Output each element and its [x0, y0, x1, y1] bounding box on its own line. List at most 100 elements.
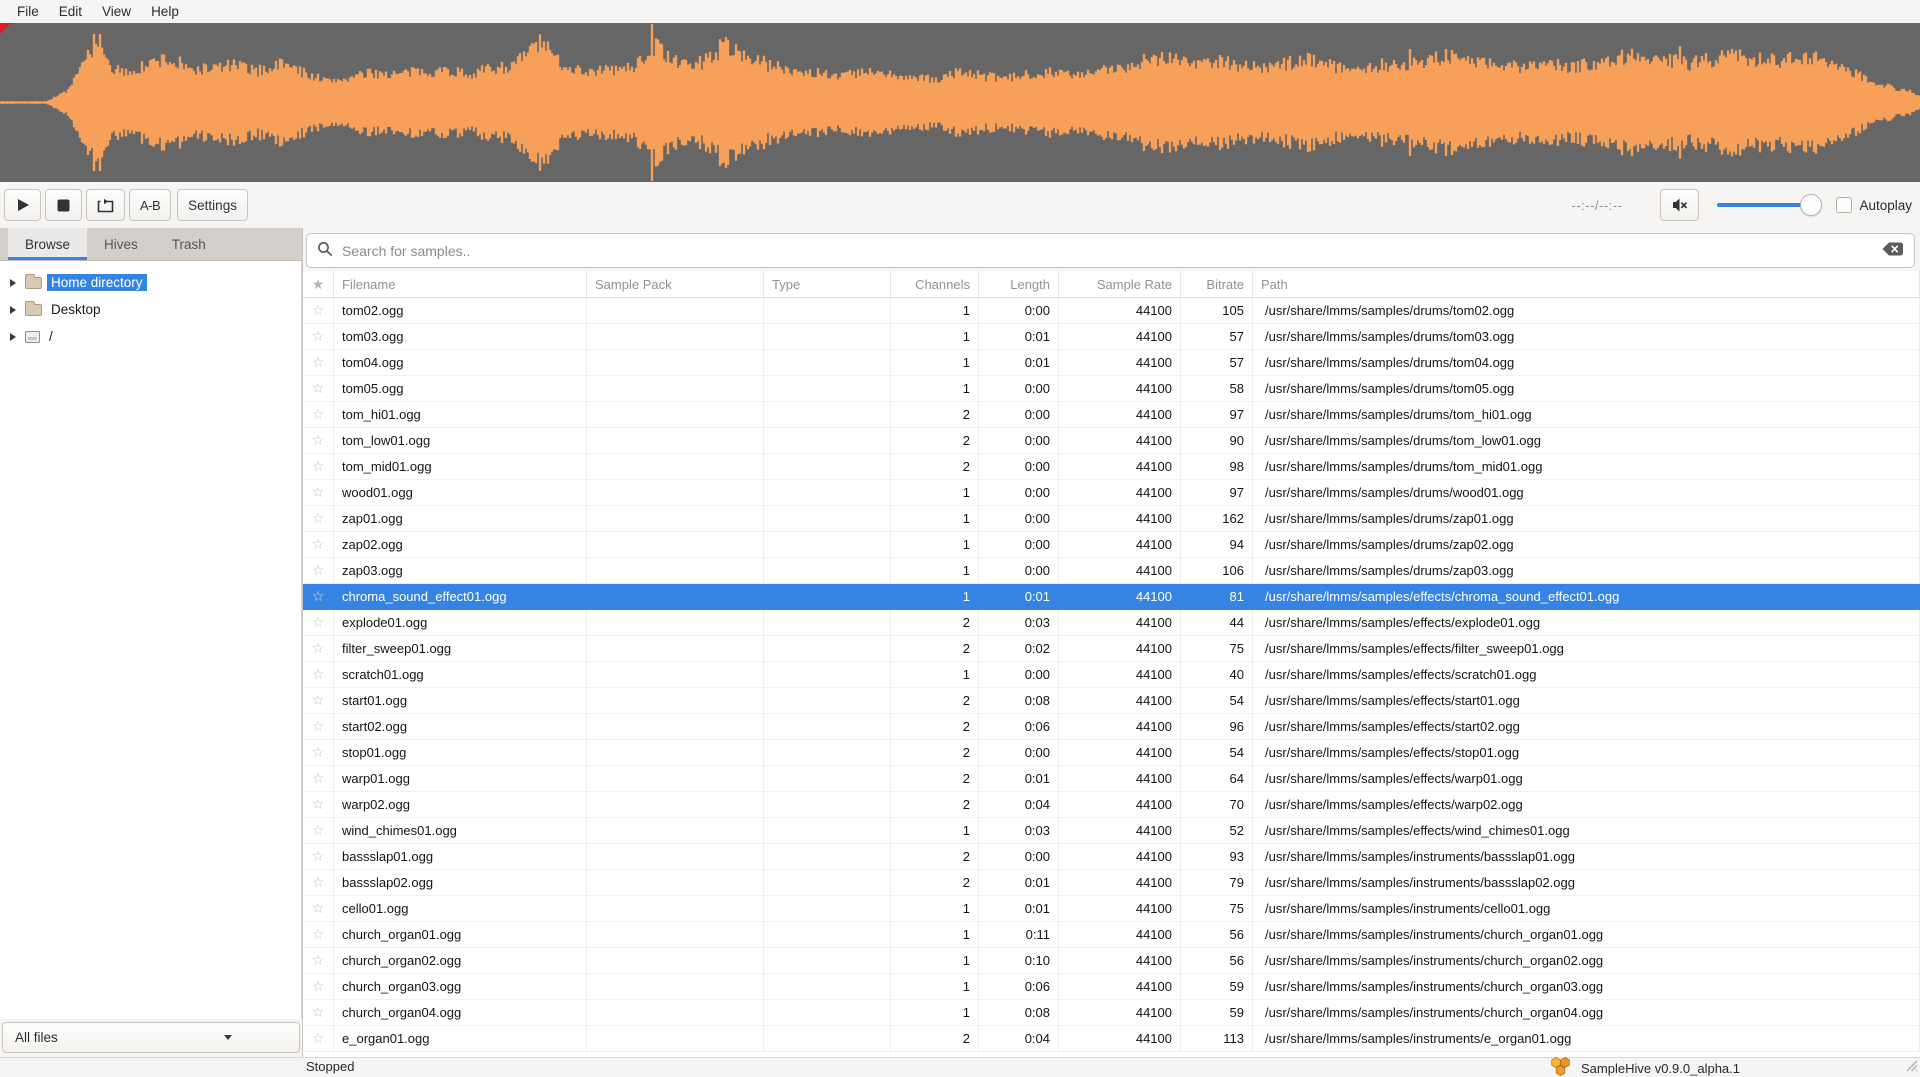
favorite-star-icon[interactable]: ☆: [303, 1000, 334, 1026]
favorite-star-icon[interactable]: ☆: [303, 532, 334, 558]
favorite-star-icon[interactable]: ☆: [303, 974, 334, 1000]
menu-item-help[interactable]: Help: [141, 2, 189, 21]
favorite-star-icon[interactable]: ☆: [303, 350, 334, 376]
table-row[interactable]: ☆zap01.ogg10:0044100162/usr/share/lmms/s…: [303, 506, 1920, 532]
cell-type: [764, 610, 891, 636]
favorite-star-icon[interactable]: ☆: [303, 480, 334, 506]
table-row[interactable]: ☆stop01.ogg20:004410054/usr/share/lmms/s…: [303, 740, 1920, 766]
cell-sample-pack: [587, 480, 764, 506]
favorite-star-icon[interactable]: ☆: [303, 376, 334, 402]
favorite-star-icon[interactable]: ☆: [303, 896, 334, 922]
cell-sample-rate: 44100: [1059, 376, 1181, 402]
column-header-channels[interactable]: Channels: [891, 271, 979, 297]
table-row[interactable]: ☆zap03.ogg10:0044100106/usr/share/lmms/s…: [303, 558, 1920, 584]
resize-grip[interactable]: [1904, 1058, 1918, 1075]
tree-item-desktop[interactable]: Desktop: [0, 296, 301, 323]
table-row[interactable]: ☆tom_mid01.ogg20:004410098/usr/share/lmm…: [303, 454, 1920, 480]
mute-button[interactable]: [1660, 189, 1699, 221]
table-row[interactable]: ☆wood01.ogg10:004410097/usr/share/lmms/s…: [303, 480, 1920, 506]
table-row[interactable]: ☆tom_hi01.ogg20:004410097/usr/share/lmms…: [303, 402, 1920, 428]
waveform-panel[interactable]: [0, 23, 1920, 182]
favorite-star-icon[interactable]: ☆: [303, 584, 334, 610]
table-row[interactable]: ☆tom05.ogg10:004410058/usr/share/lmms/sa…: [303, 376, 1920, 402]
table-row[interactable]: ☆filter_sweep01.ogg20:024410075/usr/shar…: [303, 636, 1920, 662]
table-row[interactable]: ☆warp02.ogg20:044410070/usr/share/lmms/s…: [303, 792, 1920, 818]
settings-button[interactable]: Settings: [177, 189, 248, 221]
tab-hives[interactable]: Hives: [87, 228, 155, 260]
table-row[interactable]: ☆start02.ogg20:064410096/usr/share/lmms/…: [303, 714, 1920, 740]
file-filter-dropdown[interactable]: All files: [2, 1022, 300, 1053]
table-row[interactable]: ☆wind_chimes01.ogg10:034410052/usr/share…: [303, 818, 1920, 844]
column-header-length[interactable]: Length: [979, 271, 1059, 297]
table-row[interactable]: ☆tom02.ogg10:0044100105/usr/share/lmms/s…: [303, 298, 1920, 324]
autoplay-checkbox[interactable]: [1836, 197, 1852, 213]
table-row[interactable]: ☆e_organ01.ogg20:0444100113/usr/share/lm…: [303, 1026, 1920, 1052]
app-version-group: SampleHive v0.9.0_alpha.1: [1548, 1058, 1740, 1077]
favorite-star-icon[interactable]: ☆: [303, 558, 334, 584]
tree-item-home-directory[interactable]: Home directory: [0, 269, 301, 296]
column-header-sample-rate[interactable]: Sample Rate: [1059, 271, 1181, 297]
table-row[interactable]: ☆tom04.ogg10:014410057/usr/share/lmms/sa…: [303, 350, 1920, 376]
favorite-star-icon[interactable]: ☆: [303, 506, 334, 532]
favorite-star-icon[interactable]: ☆: [303, 922, 334, 948]
favorite-star-icon[interactable]: ☆: [303, 766, 334, 792]
menu-item-edit[interactable]: Edit: [49, 2, 92, 21]
favorite-star-icon[interactable]: ☆: [303, 844, 334, 870]
ab-loop-button[interactable]: A-B: [129, 189, 171, 221]
loop-button[interactable]: [86, 189, 125, 221]
favorite-star-icon[interactable]: ☆: [303, 324, 334, 350]
chevron-right-icon[interactable]: [10, 279, 16, 287]
favorite-star-icon[interactable]: ☆: [303, 740, 334, 766]
column-header-type[interactable]: Type: [764, 271, 891, 297]
search-input[interactable]: [342, 243, 1881, 259]
favorite-column-header[interactable]: ★: [303, 271, 334, 297]
favorite-star-icon[interactable]: ☆: [303, 948, 334, 974]
column-header-sample-pack[interactable]: Sample Pack: [587, 271, 764, 297]
table-row[interactable]: ☆bassslap01.ogg20:004410093/usr/share/lm…: [303, 844, 1920, 870]
favorite-star-icon[interactable]: ☆: [303, 714, 334, 740]
chevron-right-icon[interactable]: [10, 306, 16, 314]
cell-bitrate: 56: [1181, 922, 1253, 948]
play-button[interactable]: [4, 189, 41, 221]
tab-browse[interactable]: Browse: [8, 228, 87, 260]
table-row[interactable]: ☆zap02.ogg10:004410094/usr/share/lmms/sa…: [303, 532, 1920, 558]
table-row[interactable]: ☆chroma_sound_effect01.ogg10:014410081/u…: [303, 584, 1920, 610]
favorite-star-icon[interactable]: ☆: [303, 662, 334, 688]
table-row[interactable]: ☆scratch01.ogg10:004410040/usr/share/lmm…: [303, 662, 1920, 688]
table-row[interactable]: ☆church_organ01.ogg10:114410056/usr/shar…: [303, 922, 1920, 948]
cell-filename: tom_hi01.ogg: [334, 402, 587, 428]
tab-trash[interactable]: Trash: [155, 228, 223, 260]
favorite-star-icon[interactable]: ☆: [303, 610, 334, 636]
table-row[interactable]: ☆church_organ03.ogg10:064410059/usr/shar…: [303, 974, 1920, 1000]
clear-search-icon[interactable]: [1881, 241, 1904, 260]
chevron-right-icon[interactable]: [10, 333, 16, 341]
table-row[interactable]: ☆tom_low01.ogg20:004410090/usr/share/lmm…: [303, 428, 1920, 454]
favorite-star-icon[interactable]: ☆: [303, 1026, 334, 1052]
tree-item-[interactable]: /: [0, 323, 301, 350]
column-header-filename[interactable]: Filename: [334, 271, 587, 297]
favorite-star-icon[interactable]: ☆: [303, 428, 334, 454]
favorite-star-icon[interactable]: ☆: [303, 818, 334, 844]
table-row[interactable]: ☆start01.ogg20:084410054/usr/share/lmms/…: [303, 688, 1920, 714]
table-row[interactable]: ☆church_organ04.ogg10:084410059/usr/shar…: [303, 1000, 1920, 1026]
volume-slider[interactable]: [1717, 194, 1822, 216]
favorite-star-icon[interactable]: ☆: [303, 454, 334, 480]
table-row[interactable]: ☆warp01.ogg20:014410064/usr/share/lmms/s…: [303, 766, 1920, 792]
favorite-star-icon[interactable]: ☆: [303, 402, 334, 428]
table-row[interactable]: ☆tom03.ogg10:014410057/usr/share/lmms/sa…: [303, 324, 1920, 350]
table-row[interactable]: ☆explode01.ogg20:034410044/usr/share/lmm…: [303, 610, 1920, 636]
favorite-star-icon[interactable]: ☆: [303, 688, 334, 714]
table-row[interactable]: ☆bassslap02.ogg20:014410079/usr/share/lm…: [303, 870, 1920, 896]
favorite-star-icon[interactable]: ☆: [303, 870, 334, 896]
column-header-bitrate[interactable]: Bitrate: [1181, 271, 1253, 297]
menu-item-view[interactable]: View: [92, 2, 141, 21]
favorite-star-icon[interactable]: ☆: [303, 636, 334, 662]
table-row[interactable]: ☆cello01.ogg10:014410075/usr/share/lmms/…: [303, 896, 1920, 922]
favorite-star-icon[interactable]: ☆: [303, 792, 334, 818]
menu-item-file[interactable]: File: [7, 2, 49, 21]
volume-slider-knob[interactable]: [1800, 194, 1822, 216]
favorite-star-icon[interactable]: ☆: [303, 298, 334, 324]
stop-button[interactable]: [45, 189, 82, 221]
column-header-path[interactable]: Path: [1253, 271, 1920, 297]
table-row[interactable]: ☆church_organ02.ogg10:104410056/usr/shar…: [303, 948, 1920, 974]
